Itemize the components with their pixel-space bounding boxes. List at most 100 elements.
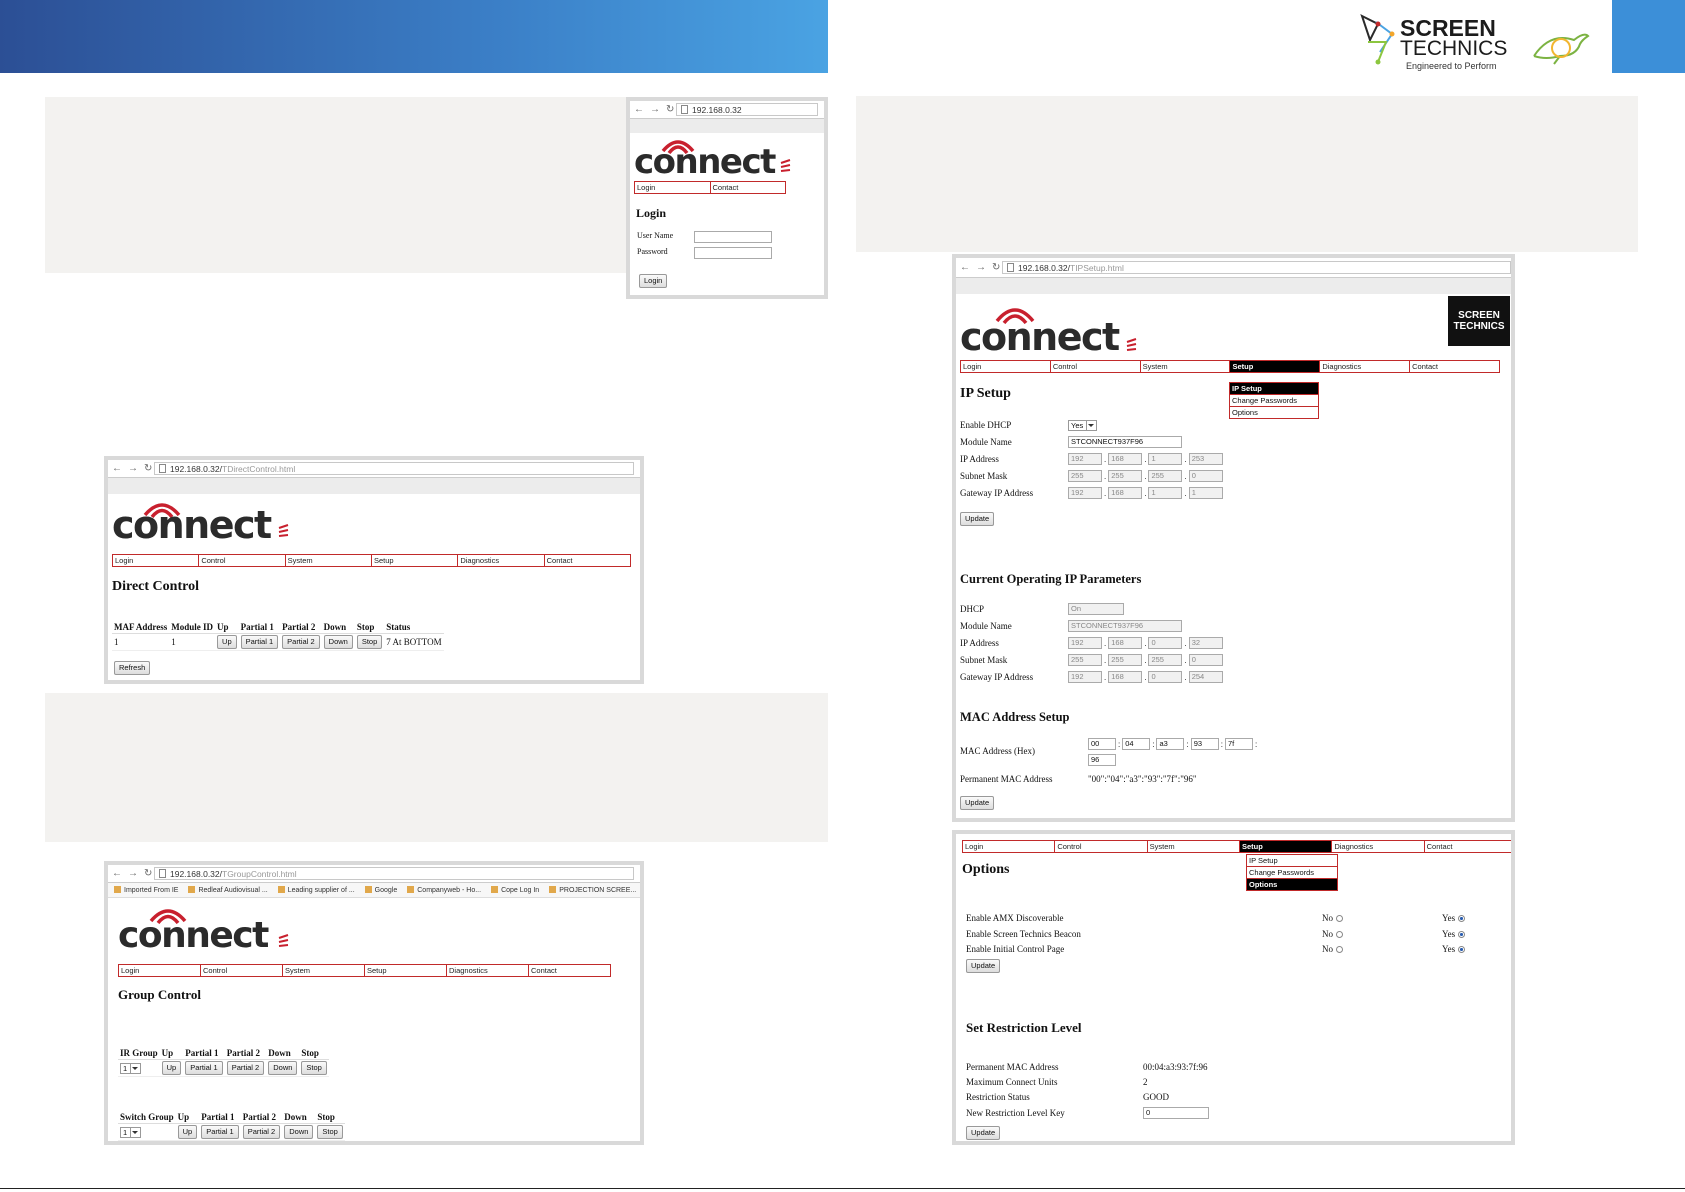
address-bar[interactable]: 192.168.0.32/TGroupControl.html	[154, 867, 634, 880]
ip-octet-2[interactable]: 168	[1108, 453, 1143, 465]
menu-item-setup[interactable]: Setup	[1239, 841, 1333, 852]
partial-2-button[interactable]: Partial 2	[242, 1125, 281, 1139]
module-name-input[interactable]: STCONNECT937F96	[1068, 436, 1182, 448]
refresh-button[interactable]: Refresh	[114, 661, 151, 675]
down-button[interactable]: Down	[284, 1125, 314, 1139]
partial-2-button[interactable]: Partial 2	[226, 1061, 265, 1075]
stop-button[interactable]: Stop	[317, 1125, 343, 1139]
switch-group-select[interactable]: 1	[120, 1126, 142, 1138]
menu-item-diagnostics[interactable]: Diagnostics	[458, 555, 545, 566]
mac-byte-4[interactable]: 93	[1190, 738, 1219, 750]
address-bar[interactable]: 192.168.0.32/TIPSetup.html	[1002, 261, 1511, 274]
stop-button[interactable]: Stop	[356, 635, 383, 649]
dropdown-item-change-passwords[interactable]: Change Passwords	[1247, 867, 1337, 879]
back-arrow-icon[interactable]: ←	[960, 262, 970, 273]
menu-item-system[interactable]: System	[283, 965, 365, 976]
initial-yes-radio[interactable]	[1458, 946, 1466, 953]
bookmark-item[interactable]: Imported From IE	[114, 886, 178, 894]
menu-item-control[interactable]: Control	[1055, 841, 1148, 852]
reload-icon[interactable]: ↻	[666, 104, 674, 115]
dropdown-item-ip-setup[interactable]: IP Setup	[1247, 855, 1337, 867]
initial-no-radio[interactable]	[1336, 946, 1343, 953]
address-bar[interactable]: 192.168.0.32/TDirectControl.html	[154, 462, 634, 475]
ip-octet-4[interactable]: 253	[1188, 453, 1223, 465]
ir-group-select[interactable]: 1	[120, 1062, 142, 1074]
menu-item-setup[interactable]: Setup	[365, 965, 447, 976]
mac-byte-1[interactable]: 00	[1088, 738, 1116, 750]
forward-arrow-icon[interactable]: →	[650, 104, 660, 115]
menu-item-login[interactable]: Login	[119, 965, 201, 976]
menu-item-contact[interactable]: Contact	[1410, 361, 1499, 372]
menu-item-diagnostics[interactable]: Diagnostics	[447, 965, 529, 976]
menu-item-system[interactable]: System	[286, 555, 372, 566]
bookmark-item[interactable]: Cope Log In	[491, 886, 539, 894]
menu-item-contact[interactable]: Contact	[711, 182, 786, 193]
mac-byte-5[interactable]: 7f	[1224, 738, 1253, 750]
menu-item-system[interactable]: System	[1141, 361, 1231, 372]
bookmark-item[interactable]: Redleaf Audiovisual ...	[188, 886, 267, 894]
mac-byte-2[interactable]: 04	[1122, 738, 1151, 750]
mac-byte-6[interactable]: 96	[1088, 754, 1116, 766]
update-options-button[interactable]: Update	[966, 959, 1001, 973]
menu-item-login[interactable]: Login	[113, 555, 200, 566]
menu-item-control[interactable]: Control	[1051, 361, 1141, 372]
reload-icon[interactable]: ↻	[144, 463, 152, 474]
beacon-no-radio[interactable]	[1336, 931, 1343, 938]
address-bar[interactable]: 192.168.0.32	[676, 103, 818, 116]
gw-octet-1[interactable]: 192	[1068, 487, 1102, 499]
menu-item-diagnostics[interactable]: Diagnostics	[1320, 361, 1411, 372]
update-mac-button[interactable]: Update	[960, 796, 995, 810]
up-button[interactable]: Up	[217, 635, 237, 649]
menu-item-login[interactable]: Login	[635, 182, 711, 193]
mask-octet-3[interactable]: 255	[1148, 470, 1183, 482]
down-button[interactable]: Down	[268, 1061, 298, 1075]
amx-yes-radio[interactable]	[1458, 915, 1466, 922]
mask-octet-2[interactable]: 255	[1108, 470, 1143, 482]
gw-octet-2[interactable]: 168	[1108, 487, 1143, 499]
login-button[interactable]: Login	[639, 274, 668, 288]
back-arrow-icon[interactable]: ←	[634, 104, 644, 115]
username-input[interactable]	[694, 231, 772, 243]
amx-no-radio[interactable]	[1336, 915, 1343, 922]
partial-2-button[interactable]: Partial 2	[282, 635, 320, 649]
forward-arrow-icon[interactable]: →	[128, 868, 138, 879]
gw-octet-4[interactable]: 1	[1188, 487, 1223, 499]
mac-byte-3[interactable]: a3	[1156, 738, 1185, 750]
reload-icon[interactable]: ↻	[144, 868, 152, 879]
menu-item-control[interactable]: Control	[199, 555, 286, 566]
menu-item-contact[interactable]: Contact	[545, 555, 630, 566]
gw-octet-3[interactable]: 1	[1148, 487, 1183, 499]
partial-1-button[interactable]: Partial 1	[185, 1061, 223, 1075]
back-arrow-icon[interactable]: ←	[112, 463, 122, 474]
menu-item-diagnostics[interactable]: Diagnostics	[1332, 841, 1425, 852]
menu-item-contact[interactable]: Contact	[1425, 841, 1511, 852]
stop-button[interactable]: Stop	[301, 1061, 327, 1075]
menu-item-setup[interactable]: Setup	[372, 555, 459, 566]
up-button[interactable]: Up	[161, 1061, 182, 1075]
menu-item-login[interactable]: Login	[961, 361, 1051, 372]
mask-octet-1[interactable]: 255	[1068, 470, 1102, 482]
ip-octet-3[interactable]: 1	[1148, 453, 1183, 465]
dhcp-select[interactable]: Yes	[1068, 419, 1098, 431]
up-button[interactable]: Up	[177, 1125, 198, 1139]
dropdown-item-options[interactable]: Options	[1230, 407, 1318, 418]
menu-item-login[interactable]: Login	[963, 841, 1056, 852]
menu-item-system[interactable]: System	[1148, 841, 1240, 852]
menu-item-setup[interactable]: Setup	[1230, 361, 1321, 372]
bookmark-item[interactable]: Leading supplier of ...	[278, 886, 355, 894]
reload-icon[interactable]: ↻	[992, 262, 1000, 273]
partial-1-button[interactable]: Partial 1	[201, 1125, 239, 1139]
update-restriction-button[interactable]: Update	[966, 1126, 1001, 1140]
beacon-yes-radio[interactable]	[1458, 931, 1466, 938]
down-button[interactable]: Down	[323, 635, 353, 649]
dropdown-item-options[interactable]: Options	[1247, 879, 1337, 890]
dropdown-item-change-passwords[interactable]: Change Passwords	[1230, 395, 1318, 407]
update-ip-button[interactable]: Update	[960, 512, 995, 526]
forward-arrow-icon[interactable]: →	[976, 262, 986, 273]
ip-octet-1[interactable]: 192	[1068, 453, 1102, 465]
bookmark-item[interactable]: Google	[365, 886, 398, 894]
back-arrow-icon[interactable]: ←	[112, 868, 122, 879]
password-input[interactable]	[694, 247, 772, 259]
restriction-key-input[interactable]: 0	[1143, 1107, 1209, 1119]
bookmark-item[interactable]: PROJECTION SCREE...	[549, 886, 636, 894]
